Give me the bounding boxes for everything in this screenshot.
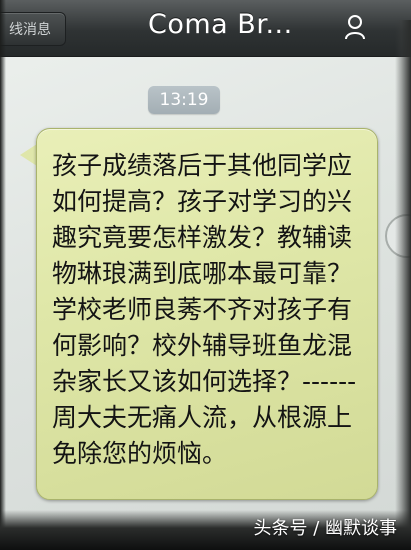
chat-screen: 线消息 Coma Br... 13:19 孩子成绩落后于其他同学应如何提高？孩子… [0,0,411,550]
nav-bar: 线消息 Coma Br... [0,0,411,57]
back-button[interactable]: 线消息 [0,12,66,46]
message-timestamp: 13:19 [148,86,220,114]
phone-frame-left [0,0,6,550]
message-text: 孩子成绩落后于其他同学应如何提高？孩子对学习的兴趣究竟要怎样激发？教辅读物琳琅满… [52,151,357,468]
person-icon[interactable] [344,14,366,40]
bubble-tail [20,144,37,166]
phone-frame-right [395,20,411,540]
chat-title: Coma Br... [148,9,293,40]
watermark: 头条号 / 幽默谈事 [253,518,397,539]
